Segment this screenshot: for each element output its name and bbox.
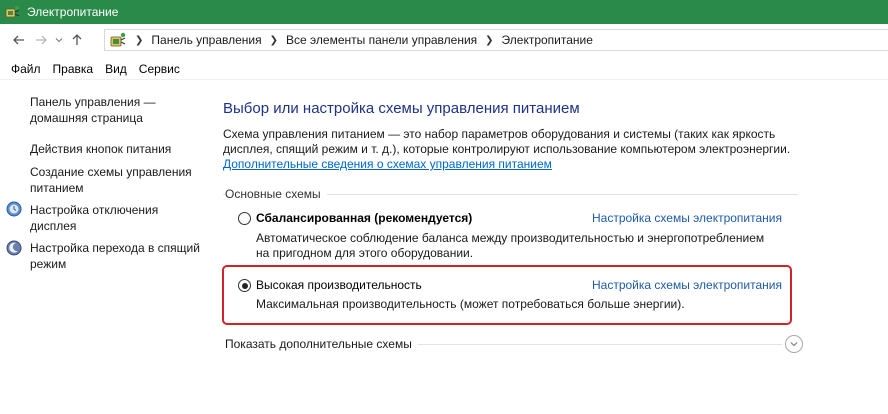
forward-button[interactable] [30,29,52,51]
recent-locations-button[interactable] [52,29,66,51]
more-divider [415,344,782,345]
page-description: Схема управления питанием — это набор па… [223,127,791,156]
balanced-scheme-description-line-2: на пригодном для этого оборудовании. [256,246,474,260]
group-label: Основные схемы [225,187,327,201]
menu-bar: Файл Правка Вид Сервис [0,58,888,80]
sidebar-item-control-panel-home[interactable]: Панель управления — домашняя страница [30,94,200,126]
menu-view[interactable]: Вид [99,62,133,76]
page-title: Выбор или настройка схемы управления пит… [223,100,580,117]
power-options-icon [5,6,20,18]
breadcrumb-separator-icon: ❯ [269,34,279,46]
highlight-box [222,265,792,325]
balanced-scheme-name[interactable]: Сбалансированная (рекомендуется) [256,211,472,225]
balanced-radio[interactable] [238,212,251,225]
menu-file[interactable]: Файл [0,62,47,76]
address-box[interactable]: ❯ Панель управления ❯ Все элементы панел… [104,29,888,51]
sidebar-item-display-off[interactable]: Настройка отключения дисплея [30,202,200,234]
breadcrumb-item[interactable]: Электропитание [502,33,593,47]
title-bar: Электропитание [0,0,888,24]
window-title: Электропитание [27,5,119,19]
back-button[interactable] [8,29,30,51]
high-performance-settings-link[interactable]: Настройка схемы электропитания [592,278,782,292]
arrow-left-icon [13,35,24,45]
high-performance-radio[interactable] [238,279,251,292]
menu-edit[interactable]: Правка [47,62,100,76]
breadcrumb-separator-icon: ❯ [135,34,144,46]
sidebar-item-create-plan[interactable]: Создание схемы управления питанием [30,164,200,196]
high-performance-scheme-description: Максимальная производительность (может п… [256,297,685,311]
sidebar-item-power-buttons[interactable]: Действия кнопок питания [30,141,200,157]
menu-tools[interactable]: Сервис [133,62,186,76]
breadcrumb-item[interactable]: Панель управления [151,33,261,47]
address-bar: ❯ Панель управления ❯ Все элементы панел… [0,24,888,56]
breadcrumb-item[interactable]: Все элементы панели управления [286,33,477,47]
display-timer-icon [6,201,22,217]
breadcrumb-separator-icon: ❯ [485,34,494,46]
arrow-up-icon [72,34,82,45]
chevron-down-icon [790,342,798,347]
more-info-link[interactable]: Дополнительные сведения о схемах управле… [223,157,552,171]
up-button[interactable] [66,29,88,51]
balanced-scheme-description-line-1: Автоматическое соблюдение баланса между … [256,231,765,245]
arrow-right-icon [36,35,47,45]
balanced-settings-link[interactable]: Настройка схемы электропитания [592,211,782,225]
expand-button[interactable] [785,335,803,353]
show-more-schemes-label[interactable]: Показать дополнительные схемы [225,337,418,351]
sleep-moon-icon [6,240,22,256]
control-panel-icon [110,32,126,47]
chevron-down-icon [55,38,63,43]
high-performance-scheme-name[interactable]: Высокая производительность [256,278,422,292]
sidebar-item-sleep[interactable]: Настройка перехода в спящий режим [30,240,200,272]
